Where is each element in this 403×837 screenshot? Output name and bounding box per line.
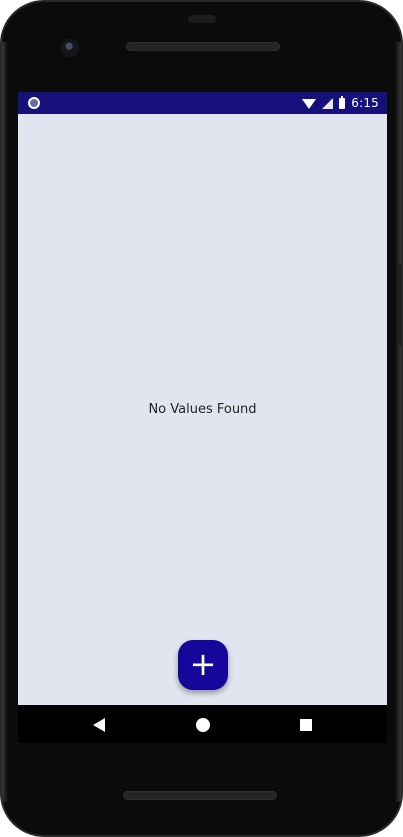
recents-icon[interactable] (300, 719, 312, 731)
front-camera-icon (61, 39, 79, 57)
back-icon[interactable] (93, 718, 105, 732)
main-content: No Values Found + (18, 114, 387, 705)
empty-state-message: No Values Found (148, 402, 257, 417)
screen: 6:15 No Values Found + (18, 92, 387, 743)
status-icons: 6:15 (302, 92, 379, 114)
navigation-bar (18, 705, 387, 743)
cell-signal-icon (322, 97, 334, 109)
add-fab-button[interactable]: + (178, 640, 228, 690)
earpiece-speaker (126, 42, 280, 51)
power-button (399, 264, 401, 346)
home-icon[interactable] (196, 718, 210, 732)
plus-icon: + (189, 644, 217, 683)
phone-frame: 6:15 No Values Found + (0, 0, 403, 837)
bottom-speaker (123, 791, 277, 800)
wifi-icon (302, 98, 317, 109)
top-slot (188, 15, 216, 23)
status-time: 6:15 (351, 96, 379, 110)
phone-edge-left (2, 42, 8, 802)
phone-edge-right (395, 42, 401, 802)
battery-icon (339, 95, 346, 109)
notification-dot-icon (28, 97, 40, 109)
status-bar: 6:15 (18, 92, 387, 114)
